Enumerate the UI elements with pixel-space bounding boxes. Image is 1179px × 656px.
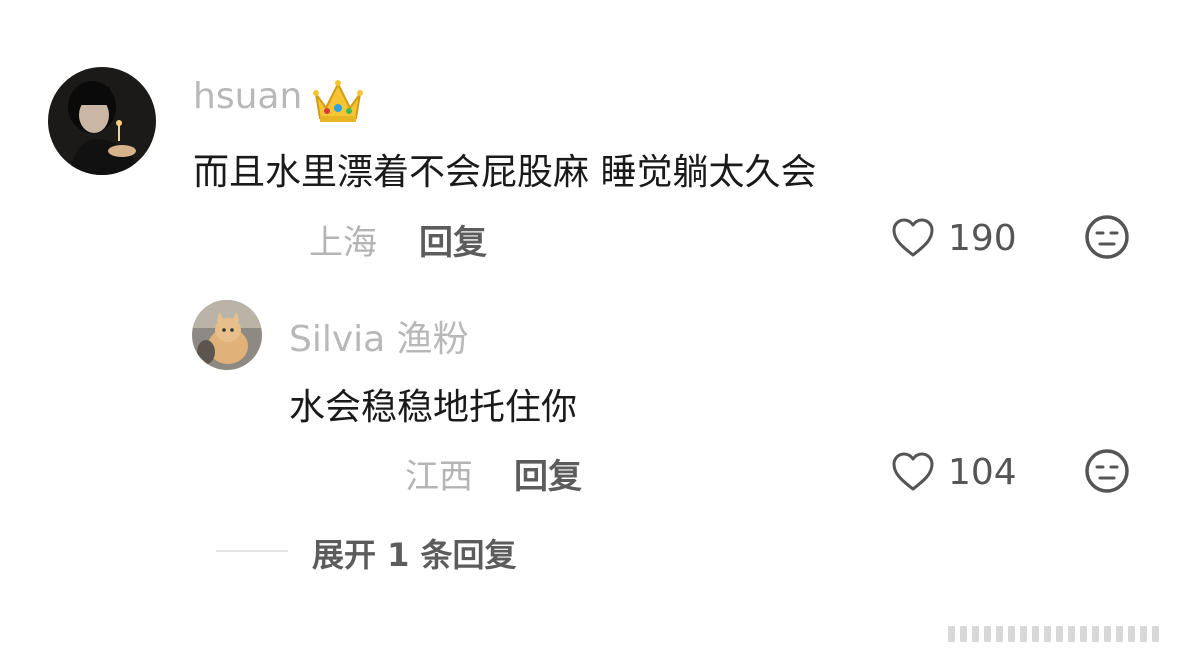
comment-username[interactable]: hsuan [193,76,302,117]
reply-button[interactable]: 回复 [514,449,582,498]
reply-button[interactable]: 回复 [419,215,487,264]
avatar-hsuan[interactable] [48,67,156,175]
comment-location: 江西 [405,457,473,497]
comment-text: 而且水里漂着不会屁股麻 睡觉躺太久会 [193,152,817,193]
crown-icon [312,78,364,124]
heart-icon[interactable] [890,451,936,493]
avatar-silvia[interactable] [192,300,262,370]
neutral-face-icon[interactable] [1083,213,1131,261]
expand-replies-button[interactable]: 展开 1 条回复 [312,530,517,576]
heart-icon[interactable] [890,217,936,259]
comment-username[interactable]: Silvia 渔粉 [289,310,469,362]
comment-location: 上海 [309,223,377,263]
neutral-face-icon[interactable] [1083,447,1131,495]
comment-text: 水会稳稳地托住你 [289,387,578,428]
expand-divider [216,550,288,552]
like-count: 104 [948,452,1017,493]
like-count: 190 [948,218,1017,259]
